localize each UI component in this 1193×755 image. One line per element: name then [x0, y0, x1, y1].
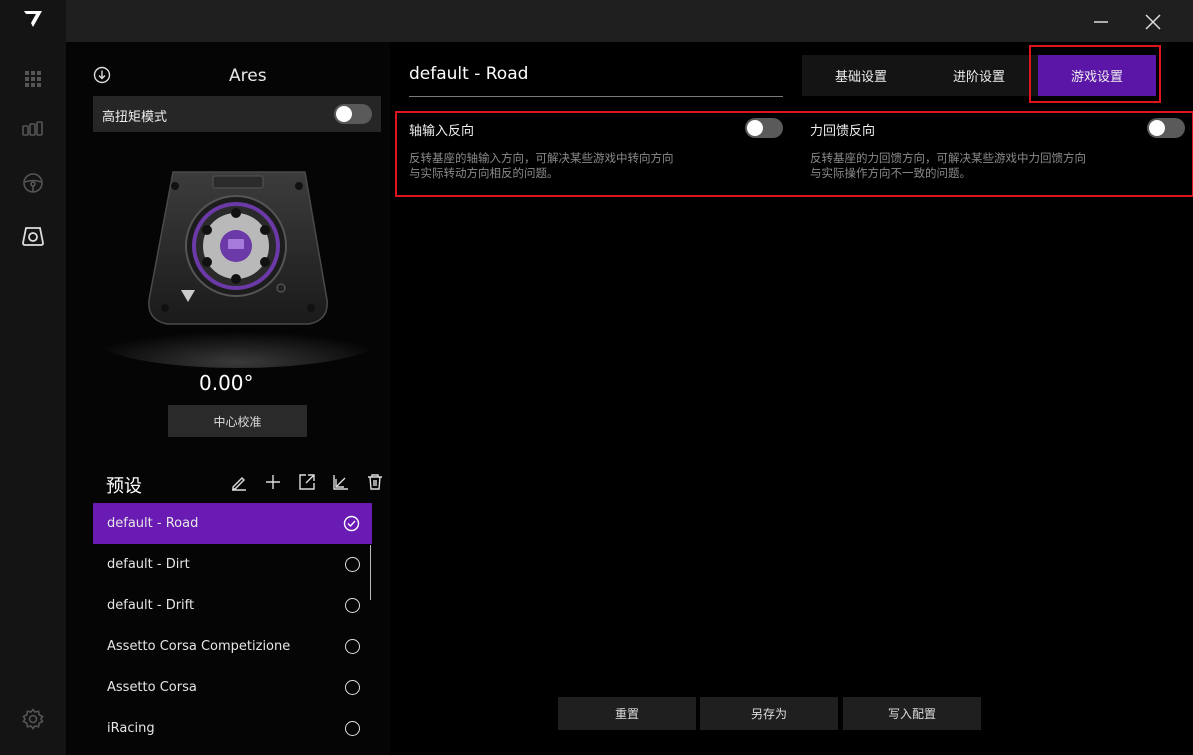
axis-invert-description: 反转基座的轴输入方向，可解决某些游戏中转向方向 与实际转动方向相反的问题。	[409, 151, 674, 180]
preset-item[interactable]: iRacing	[93, 708, 372, 749]
write-config-button[interactable]: 写入配置	[843, 697, 981, 730]
check-circle-icon	[343, 515, 360, 536]
preset-label: Assetto Corsa Competizione	[107, 639, 291, 654]
axis-invert-toggle[interactable]	[745, 118, 783, 138]
save-as-button[interactable]: 另存为	[700, 697, 838, 730]
minimize-icon[interactable]	[1087, 8, 1115, 36]
presets-title: 预设	[106, 476, 142, 497]
preset-label: default - Drift	[107, 598, 195, 613]
sidebar-rail	[0, 0, 66, 755]
radio-circle-icon	[345, 721, 360, 736]
profile-name-underline	[409, 96, 783, 97]
preset-label: Assetto Corsa	[107, 680, 197, 695]
title-bar	[66, 0, 1193, 42]
close-icon[interactable]	[1139, 8, 1167, 36]
delete-icon[interactable]	[364, 471, 386, 493]
wheelbase-image	[95, 140, 381, 370]
preset-list: default - Road default - Dirt default - …	[93, 503, 372, 749]
axis-invert-title: 轴输入反向	[409, 124, 475, 139]
pedals-icon[interactable]	[20, 116, 46, 142]
profile-name[interactable]: default - Road	[409, 64, 528, 84]
wheelbase-icon[interactable]	[20, 223, 46, 249]
steering-wheel-icon[interactable]	[20, 170, 46, 196]
radio-circle-icon	[345, 680, 360, 695]
export-icon[interactable]	[296, 471, 318, 493]
preset-toolbar	[228, 470, 386, 494]
reset-button[interactable]: 重置	[558, 697, 696, 730]
wheel-angle-readout: 0.00°	[199, 371, 254, 395]
preset-item[interactable]: default - Drift	[93, 585, 372, 626]
radio-circle-icon	[345, 639, 360, 654]
high-torque-toggle[interactable]	[334, 104, 372, 124]
logo-icon	[20, 6, 46, 32]
radio-circle-icon	[345, 598, 360, 613]
download-icon[interactable]	[93, 66, 111, 84]
preset-label: default - Dirt	[107, 557, 190, 572]
import-icon[interactable]	[330, 471, 352, 493]
device-name: Ares	[229, 66, 267, 86]
tab-advanced-settings[interactable]: 进阶设置	[920, 55, 1038, 96]
preset-item[interactable]: Assetto Corsa Competizione	[93, 626, 372, 667]
apps-grid-icon[interactable]	[20, 66, 46, 92]
tab-highlight-box	[1029, 45, 1161, 103]
preset-scrollbar[interactable]	[370, 545, 371, 600]
radio-circle-icon	[345, 557, 360, 572]
preset-label: default - Road	[107, 516, 199, 531]
add-icon[interactable]	[262, 471, 284, 493]
preset-item[interactable]: Assetto Corsa	[93, 667, 372, 708]
preset-label: iRacing	[107, 721, 155, 736]
ffb-invert-description: 反转基座的力回馈方向，可解决某些游戏中力回馈方向 与实际操作方向不一致的问题。	[810, 151, 1086, 180]
settings-gear-icon[interactable]	[20, 706, 46, 732]
preset-item[interactable]: default - Dirt	[93, 544, 372, 585]
ffb-invert-title: 力回馈反向	[810, 124, 876, 139]
preset-item[interactable]: default - Road	[93, 503, 372, 544]
center-calibrate-button[interactable]: 中心校准	[168, 405, 307, 437]
tab-basic-settings[interactable]: 基础设置	[802, 55, 920, 96]
high-torque-label: 高扭矩模式	[102, 110, 168, 125]
ffb-invert-toggle[interactable]	[1147, 118, 1185, 138]
edit-icon[interactable]	[228, 471, 250, 493]
